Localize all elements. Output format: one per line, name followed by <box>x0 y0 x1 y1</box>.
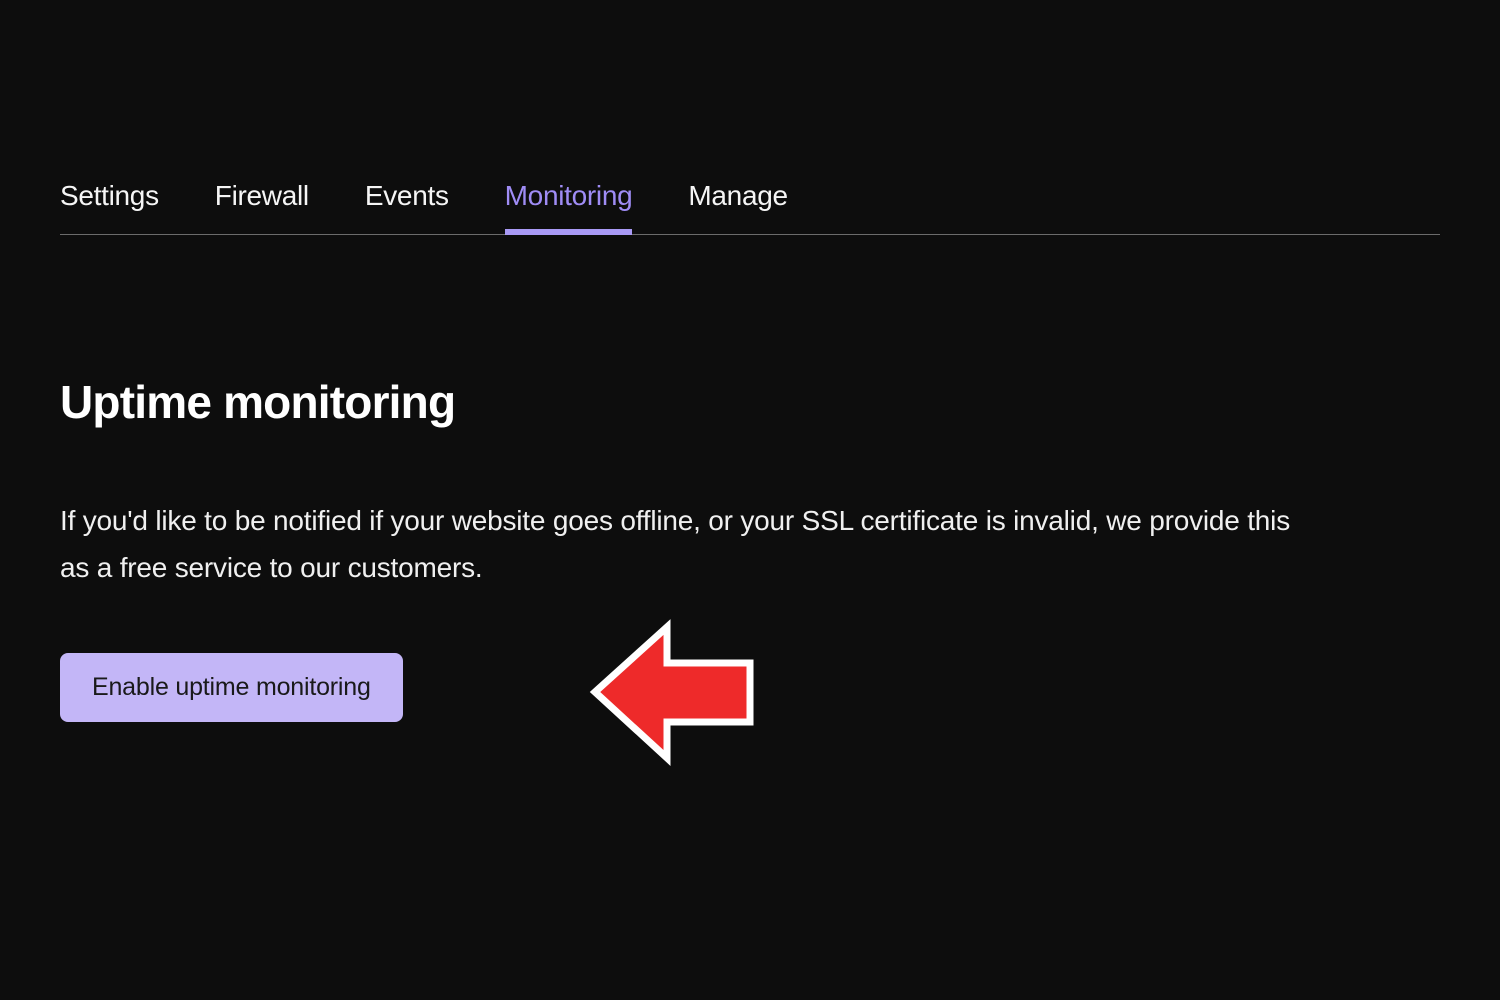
annotation-arrow-left-icon <box>585 615 760 775</box>
tab-manage[interactable]: Manage <box>688 180 787 234</box>
tab-navigation: Settings Firewall Events Monitoring Mana… <box>60 180 1440 235</box>
page-container: Settings Firewall Events Monitoring Mana… <box>0 0 1500 722</box>
enable-uptime-monitoring-button[interactable]: Enable uptime monitoring <box>60 653 403 722</box>
main-content: Uptime monitoring If you'd like to be no… <box>60 235 1440 722</box>
tab-events[interactable]: Events <box>365 180 449 234</box>
page-description: If you'd like to be notified if your web… <box>60 497 1290 591</box>
page-heading: Uptime monitoring <box>60 375 1440 429</box>
tab-firewall[interactable]: Firewall <box>215 180 309 234</box>
tab-settings[interactable]: Settings <box>60 180 159 234</box>
tab-monitoring[interactable]: Monitoring <box>505 180 633 234</box>
